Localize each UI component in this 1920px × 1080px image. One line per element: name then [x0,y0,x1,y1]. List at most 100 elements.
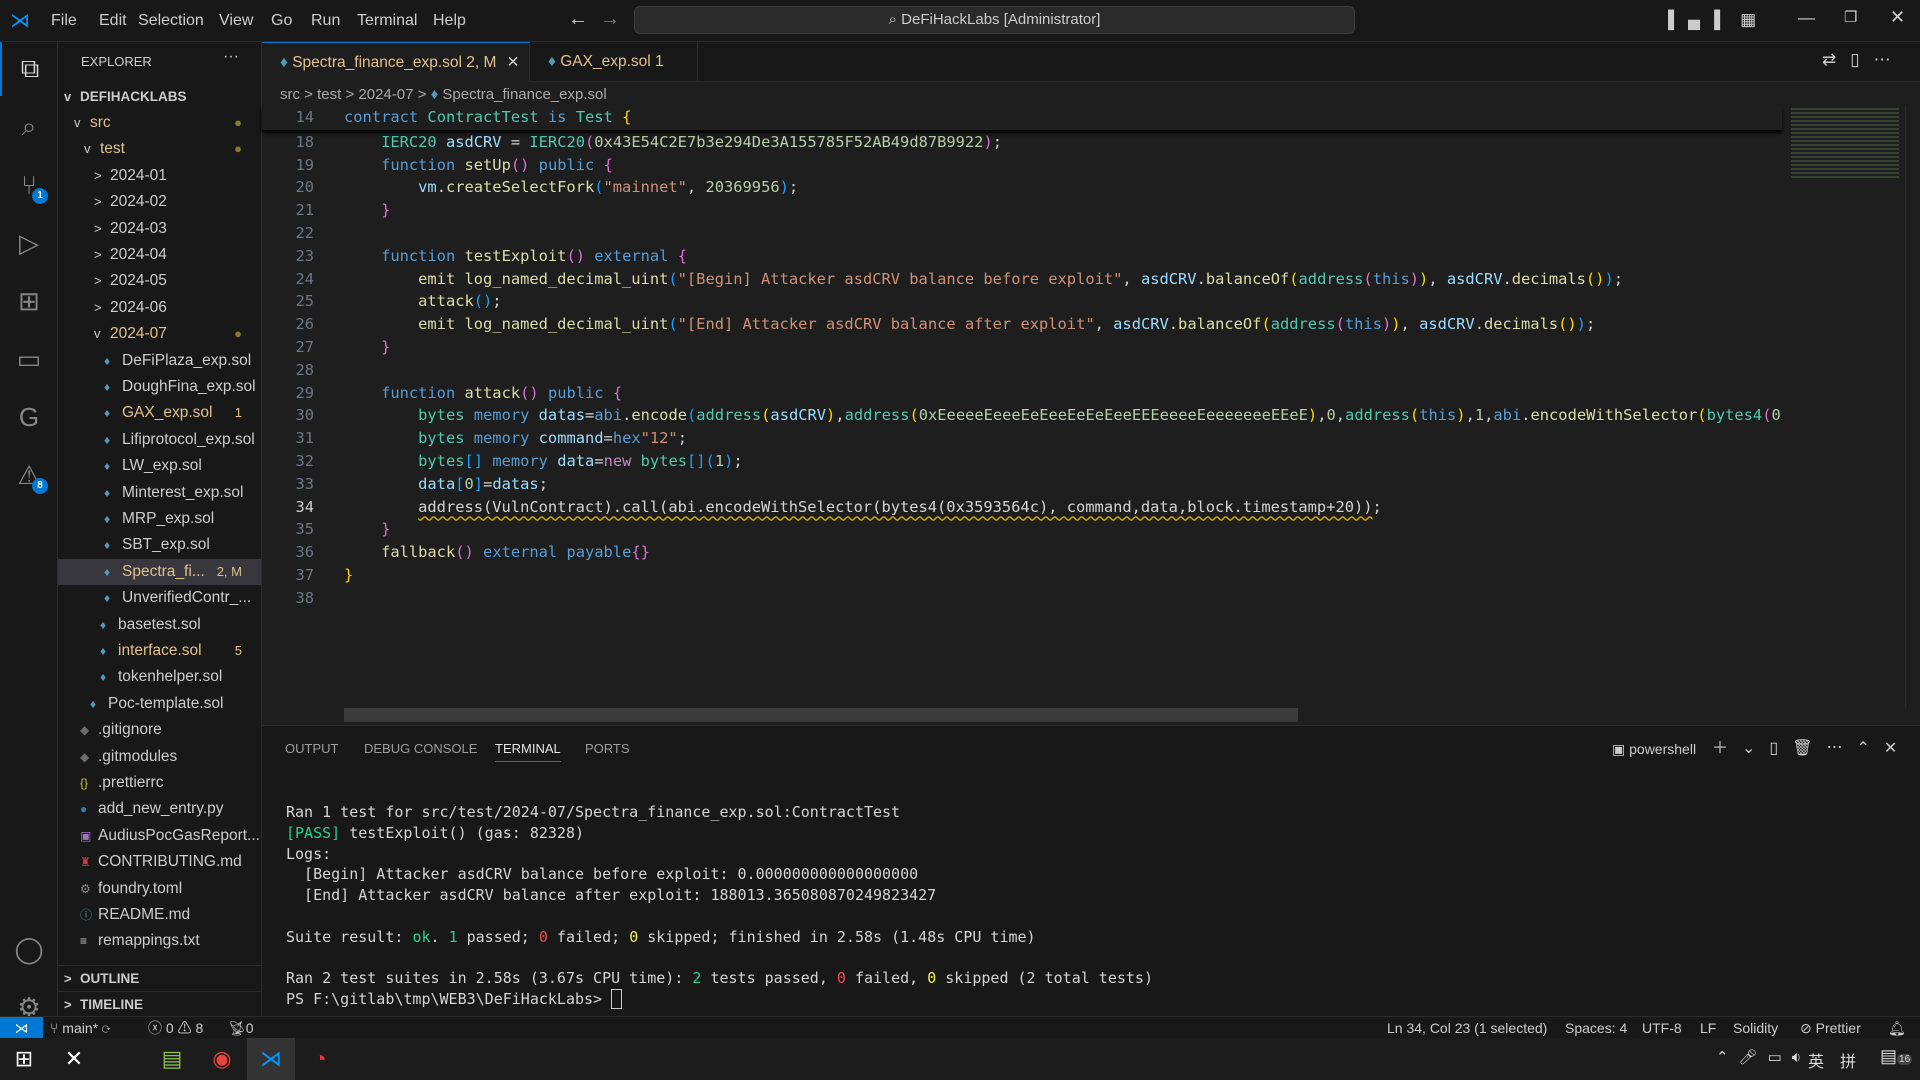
breadcrumb-item[interactable]: Spectra_finance_exp.sol [442,86,606,103]
menu-terminal[interactable]: Terminal [357,0,417,42]
ime-indicator[interactable]: 英 [1808,1048,1824,1072]
bell-icon[interactable]: 🔔︎ [1888,1017,1906,1039]
command-center-search[interactable]: ⌕ DeFiHackLabs [Administrator] [634,6,1355,34]
code-line[interactable]: fallback() external payable{} [344,541,650,564]
code-editor[interactable]: 17 CheatCodes cheats = CheatCodes(0x7109… [262,106,1782,708]
forward-arrow-icon[interactable]: → [600,8,620,31]
tree-item[interactable]: ⓘ README.md [58,902,261,928]
close-tab-icon[interactable]: ✕ [506,54,519,71]
tree-item[interactable]: ≡ remappings.txt [58,928,261,954]
minimize-button[interactable]: — [1798,8,1815,28]
breadcrumb-item[interactable]: test [317,86,341,103]
more-actions-icon[interactable]: ··· [223,48,239,66]
vertical-scrollbar[interactable] [1905,106,1920,708]
tree-item[interactable]: ▣ AudiusPocGasReport.... [58,823,261,849]
tree-item[interactable]: ♦ LW_exp.sol [58,453,261,479]
code-line[interactable]: emit log_named_decimal_uint("[Begin] Att… [344,268,1623,291]
files-icon[interactable]: ⧉ [0,42,58,96]
branch-indicator[interactable]: ⑂ main* ⟳ [50,1017,110,1039]
tree-item[interactable]: ⚙ foundry.toml [58,876,261,902]
tree-item[interactable]: >2024-01 [58,163,261,189]
tree-item[interactable]: ♦ Poc-template.sol [58,691,261,717]
problems-icon[interactable]: ⚠ 8 [0,448,58,502]
code-line[interactable]: bytes[] memory data=new bytes[](1); [344,450,743,473]
code-line[interactable]: emit log_named_decimal_uint("[End] Attac… [344,313,1595,336]
remote-explorer-icon[interactable]: ▭ [0,332,58,386]
tab-terminal[interactable]: TERMINAL [495,736,561,762]
code-line[interactable]: function setUp() public { [344,154,613,177]
tree-item[interactable]: v 2024-07 ● [58,321,261,347]
tree-item[interactable]: ♦ interface.sol 5 [58,638,261,664]
editor-actions-icons[interactable]: ⇄▯⋯ [1822,50,1905,70]
tab-debug-console[interactable]: DEBUG CONSOLE [364,736,477,762]
tab-gax-exp[interactable]: ♦ GAX_exp.sol 1 [530,42,698,82]
tree-item[interactable]: ♦ DeFiPlaza_exp.sol [58,348,261,374]
end-of-line[interactable]: LF [1700,1017,1716,1039]
cursor-position[interactable]: Ln 34, Col 23 (1 selected) [1387,1017,1547,1039]
tree-item[interactable]: ♦ DoughFina_exp.sol [58,374,261,400]
tree-item[interactable]: ♦ tokenhelper.sol [58,664,261,690]
minimap[interactable] [1785,106,1905,708]
tree-item[interactable]: ♦ UnverifiedContr_... [58,585,261,611]
sticky-scroll-header[interactable]: 14 contract ContractTest is Test { [262,106,1782,130]
system-tray-icons[interactable]: ⌃🎤︎▭🔉︎ [1716,1048,1811,1066]
back-arrow-icon[interactable]: ← [568,8,588,31]
layout-toggle-icons[interactable]: ▐▄▌▦ [1662,10,1770,30]
language-mode[interactable]: Solidity [1733,1017,1778,1039]
prettier-status[interactable]: ⊘ Prettier [1800,1017,1861,1039]
code-line[interactable]: function attack() public { [344,382,622,405]
xmanager-icon[interactable]: ✕ [50,1038,98,1080]
restore-button[interactable]: ❐ [1844,8,1857,26]
horizontal-scrollbar[interactable] [344,708,1298,722]
notepad-icon[interactable]: ▤ [148,1038,196,1080]
menu-help[interactable]: Help [433,0,466,42]
ports-indicator[interactable]: 📡︎0 [228,1017,254,1039]
tree-item[interactable]: ♦ Spectra_fi... 2, M [58,558,261,585]
indentation[interactable]: Spaces: 4 [1565,1017,1627,1039]
search-icon[interactable]: ⌕ [0,100,58,154]
tab-output[interactable]: OUTPUT [285,736,338,762]
code-line[interactable]: function testExploit() external { [344,245,687,268]
tree-item[interactable]: >2024-06 [58,295,261,321]
code-line[interactable]: } [344,564,353,587]
tree-item[interactable]: ◆ .gitmodules [58,744,261,770]
windows-start-icon[interactable]: ⊞ [0,1038,48,1080]
tree-item[interactable]: ♦ SBT_exp.sol [58,532,261,558]
workspace-root[interactable]: v DEFIHACKLABS [58,84,261,110]
timeline-section[interactable]: > TIMELINE [58,991,261,1016]
menu-file[interactable]: File [51,0,77,42]
chrome-icon[interactable]: ◉ [198,1038,246,1080]
tab-ports[interactable]: PORTS [585,736,630,762]
code-line[interactable]: IERC20 asdCRV = IERC20(0x43E54C2E7b3e294… [344,131,1002,154]
menu-view[interactable]: View [219,0,253,42]
tree-item[interactable]: >2024-03 [58,216,261,242]
menu-run[interactable]: Run [311,0,340,42]
code-line[interactable]: attack(); [344,290,501,313]
tab-spectra-finance-exp[interactable]: ♦ Spectra_finance_exp.sol 2, M ✕ [262,42,530,82]
encoding[interactable]: UTF-8 [1642,1017,1682,1039]
run-debug-icon[interactable]: ▷ [0,216,58,270]
code-line[interactable]: vm.createSelectFork("mainnet", 20369956)… [344,176,798,199]
account-icon[interactable]: ◯ [0,922,58,976]
outline-section[interactable]: > OUTLINE [58,965,261,991]
breadcrumb-item[interactable]: 2024-07 [358,86,413,103]
panel-actions-icons[interactable]: ＋⌄▯🗑⋯⌃✕ [1712,736,1911,762]
menu-edit[interactable]: Edit [99,0,127,42]
tree-item[interactable]: >2024-05 [58,268,261,294]
remote-indicator-icon[interactable]: ⋊ [0,1017,43,1039]
tree-item[interactable]: >2024-04 [58,242,261,268]
tree-item[interactable]: ♦ basetest.sol [58,612,261,638]
menu-go[interactable]: Go [271,0,292,42]
code-line[interactable]: } [344,199,390,222]
problems-indicator[interactable]: ⓧ 0 ⚠ 8 [148,1017,203,1039]
tree-item[interactable]: ♦ GAX_exp.sol 1 [58,400,261,426]
code-line[interactable]: data[0]=datas; [344,473,548,496]
code-line[interactable]: bytes memory command=hex"12"; [344,427,687,450]
tree-item[interactable]: ♦ MRP_exp.sol [58,506,261,532]
code-line[interactable]: } [344,336,390,359]
code-line[interactable]: address(VulnContract).call(abi.encodeWit… [344,496,1382,519]
ime-mode[interactable]: 拼 [1840,1048,1856,1072]
notification-center-icon[interactable]: ▤ 16 [1880,1046,1913,1067]
close-window-button[interactable]: ✕ [1890,7,1905,28]
extensions-icon[interactable]: ⊞ [0,274,58,328]
